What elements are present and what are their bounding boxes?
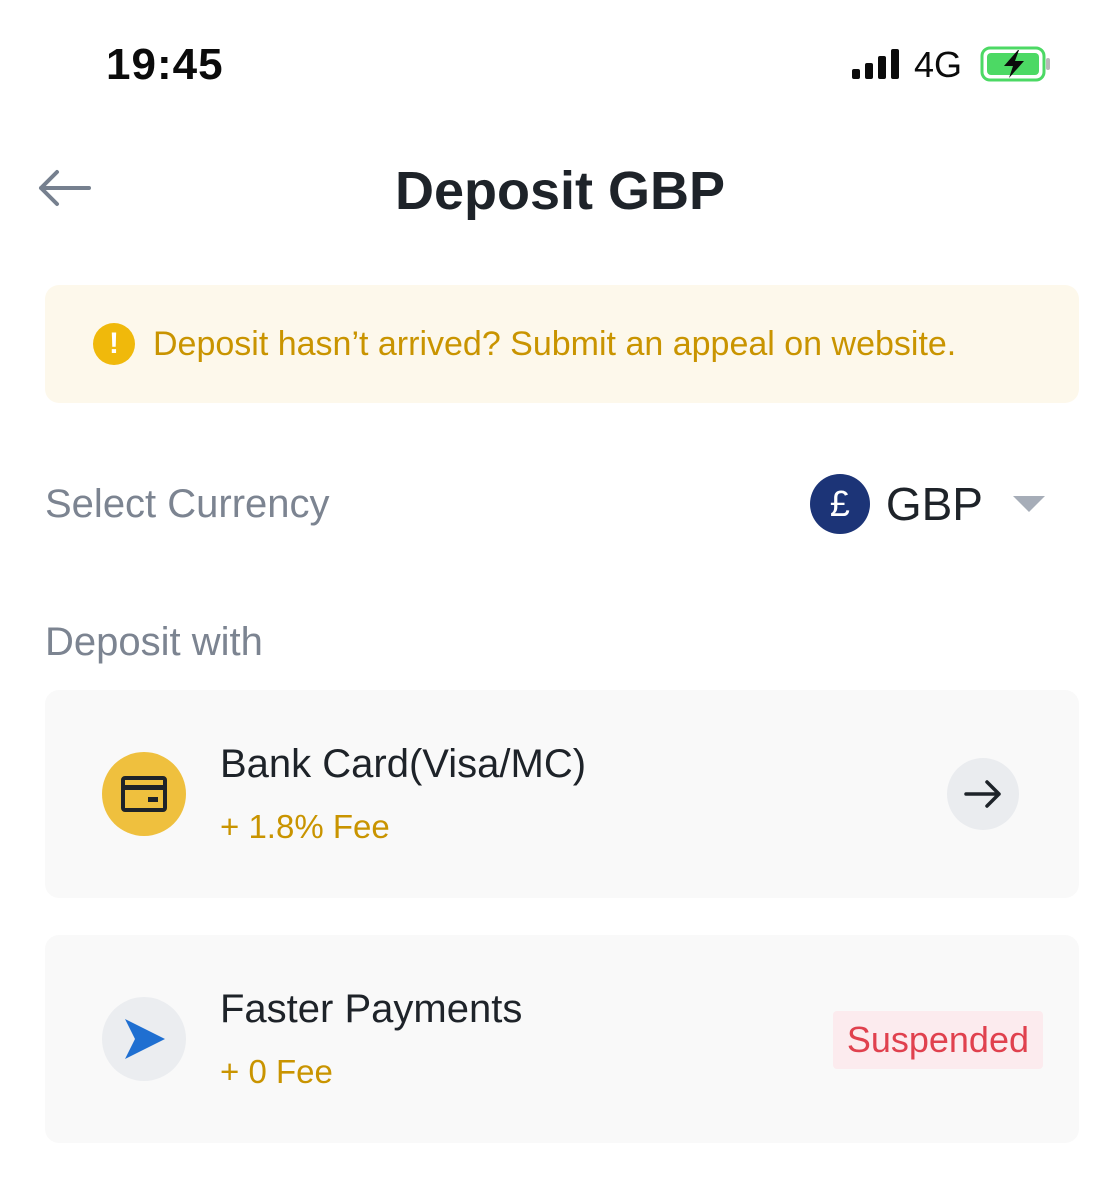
exclamation-icon: ! xyxy=(93,323,135,365)
page-title: Deposit GBP xyxy=(394,161,726,221)
battery-charging-icon xyxy=(980,46,1050,82)
method-bank-card[interactable]: Bank Card(Visa/MC) + 1.8% Fee xyxy=(45,690,1079,898)
method-name: Bank Card(Visa/MC) xyxy=(220,742,587,786)
currency-code: GBP xyxy=(885,478,983,530)
currency-dropdown[interactable]: £ GBP xyxy=(809,468,1045,540)
warning-banner[interactable]: ! Deposit hasn’t arrived? Submit an appe… xyxy=(45,285,1079,403)
send-icon xyxy=(102,997,186,1081)
method-fee: + 0 Fee xyxy=(220,1053,333,1090)
caret-down-icon xyxy=(1013,496,1045,512)
header: Deposit GBP xyxy=(0,140,1120,240)
banner-text: Deposit hasn’t arrived? Submit an appeal… xyxy=(153,324,957,363)
select-currency-label: Select Currency xyxy=(45,482,330,526)
network-type: 4G xyxy=(914,44,963,85)
status-bar: 19:45 4G xyxy=(0,0,1120,130)
method-name: Faster Payments xyxy=(220,987,523,1031)
arrow-right-button[interactable] xyxy=(947,758,1019,830)
method-faster-payments[interactable]: Faster Payments + 0 Fee Suspended xyxy=(45,935,1079,1143)
arrow-right-icon xyxy=(964,780,1001,808)
method-fee: + 1.8% Fee xyxy=(220,808,390,845)
deposit-screen: 19:45 4G Deposit GBP ! Deposit hasn’t ar… xyxy=(0,0,1120,1200)
suspended-badge: Suspended xyxy=(832,1011,1043,1069)
pound-icon: £ xyxy=(809,474,870,534)
signal-icon xyxy=(852,49,904,79)
currency-row: Select Currency £ GBP xyxy=(45,468,1079,540)
credit-card-icon xyxy=(102,752,186,836)
deposit-with-label: Deposit with xyxy=(45,620,263,664)
status-time: 19:45 xyxy=(106,40,224,89)
